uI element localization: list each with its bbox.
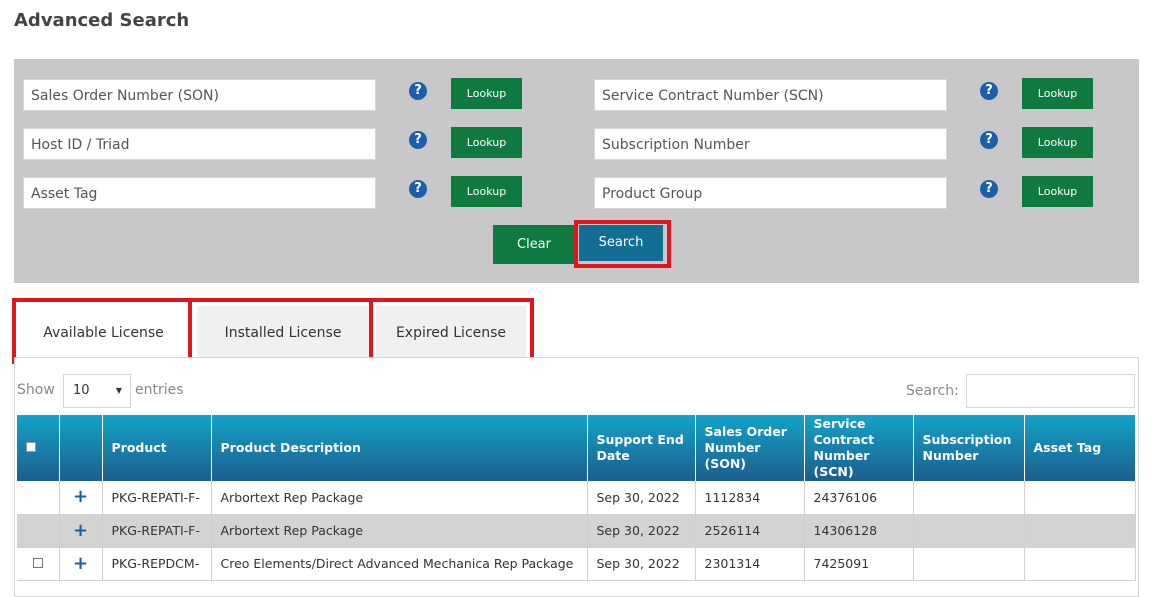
select-all-checkbox[interactable] bbox=[26, 442, 36, 452]
son-cell: 2526114 bbox=[695, 514, 805, 548]
product-group-input[interactable]: Product Group bbox=[594, 177, 947, 209]
tabs-highlight bbox=[12, 298, 534, 364]
column-header-asset-tag[interactable]: Asset Tag bbox=[1024, 415, 1136, 481]
description-cell: Arbortext Rep Package bbox=[211, 481, 588, 515]
table-search-label: Search: bbox=[906, 383, 959, 399]
column-header-product-description[interactable]: Product Description bbox=[211, 415, 588, 481]
page-size-select[interactable]: 10 ▼ bbox=[63, 374, 131, 408]
row-select-cell bbox=[17, 481, 60, 515]
table-row[interactable]: + PKG-REPATI-F- Arbortext Rep Package Se… bbox=[17, 481, 1136, 515]
description-cell: Arbortext Rep Package bbox=[211, 514, 588, 548]
scn-input[interactable]: Service Contract Number (SCN) bbox=[594, 79, 947, 111]
support-end-cell: Sep 30, 2022 bbox=[587, 547, 696, 581]
tab-highlight-divider bbox=[369, 302, 373, 360]
asset-tag-cell bbox=[1024, 481, 1136, 515]
scn-help-icon[interactable]: ? bbox=[980, 82, 998, 100]
scn-cell: 24376106 bbox=[804, 481, 914, 515]
table-search-input[interactable] bbox=[966, 374, 1135, 408]
page-size-value: 10 bbox=[73, 383, 90, 398]
row-select-cell bbox=[17, 514, 60, 548]
column-header-product[interactable]: Product bbox=[102, 415, 212, 481]
subscription-number-input[interactable]: Subscription Number bbox=[594, 128, 947, 160]
select-all-cell[interactable] bbox=[17, 415, 60, 481]
expand-cell[interactable]: + bbox=[59, 547, 103, 581]
plus-icon[interactable]: + bbox=[73, 553, 88, 574]
clear-button[interactable]: Clear bbox=[493, 225, 575, 264]
subscription-help-icon[interactable]: ? bbox=[980, 131, 998, 149]
son-lookup-button[interactable]: Lookup bbox=[451, 78, 522, 109]
table-row[interactable]: + PKG-REPATI-F- Arbortext Rep Package Se… bbox=[17, 514, 1136, 548]
show-label: Show bbox=[17, 382, 55, 398]
scn-lookup-button[interactable]: Lookup bbox=[1022, 78, 1093, 109]
row-select-cell[interactable] bbox=[17, 547, 60, 581]
expand-header-cell bbox=[59, 415, 103, 481]
caret-down-icon: ▼ bbox=[115, 386, 122, 395]
scn-cell: 7425091 bbox=[804, 547, 914, 581]
asset-tag-cell bbox=[1024, 514, 1136, 548]
row-checkbox[interactable] bbox=[32, 558, 43, 568]
page-title: Advanced Search bbox=[14, 10, 190, 31]
subscription-cell bbox=[913, 514, 1025, 548]
entries-label: entries bbox=[135, 382, 184, 398]
license-table: Product Product Description Support End … bbox=[17, 415, 1136, 581]
table-header-row: Product Product Description Support End … bbox=[17, 415, 1136, 481]
table-row[interactable]: + PKG-REPDCM- Creo Elements/Direct Advan… bbox=[17, 547, 1136, 581]
description-cell: Creo Elements/Direct Advanced Mechanica … bbox=[211, 547, 588, 581]
product-cell: PKG-REPATI-F- bbox=[102, 481, 212, 515]
son-cell: 2301314 bbox=[695, 547, 805, 581]
son-input[interactable]: Sales Order Number (SON) bbox=[23, 79, 376, 111]
asset-tag-lookup-button[interactable]: Lookup bbox=[451, 176, 522, 207]
search-panel: Sales Order Number (SON) ? Lookup Host I… bbox=[14, 59, 1139, 283]
host-id-input[interactable]: Host ID / Triad bbox=[23, 128, 376, 160]
host-id-help-icon[interactable]: ? bbox=[409, 131, 427, 149]
tab-highlight-divider bbox=[188, 302, 192, 360]
product-group-help-icon[interactable]: ? bbox=[980, 180, 998, 198]
son-cell: 1112834 bbox=[695, 481, 805, 515]
search-button[interactable]: Search bbox=[579, 225, 663, 261]
product-cell: PKG-REPDCM- bbox=[102, 547, 212, 581]
support-end-cell: Sep 30, 2022 bbox=[587, 514, 696, 548]
column-header-scn[interactable]: Service Contract Number (SCN) bbox=[804, 415, 914, 481]
column-header-support-end-date[interactable]: Support End Date bbox=[587, 415, 696, 481]
plus-icon[interactable]: + bbox=[73, 520, 88, 541]
product-cell: PKG-REPATI-F- bbox=[102, 514, 212, 548]
column-header-son[interactable]: Sales Order Number (SON) bbox=[695, 415, 805, 481]
asset-tag-cell bbox=[1024, 547, 1136, 581]
scn-cell: 14306128 bbox=[804, 514, 914, 548]
expand-cell[interactable]: + bbox=[59, 514, 103, 548]
product-group-lookup-button[interactable]: Lookup bbox=[1022, 176, 1093, 207]
subscription-lookup-button[interactable]: Lookup bbox=[1022, 127, 1093, 158]
subscription-cell bbox=[913, 547, 1025, 581]
support-end-cell: Sep 30, 2022 bbox=[587, 481, 696, 515]
plus-icon[interactable]: + bbox=[73, 486, 88, 507]
asset-tag-help-icon[interactable]: ? bbox=[409, 180, 427, 198]
column-header-subscription-number[interactable]: Subscription Number bbox=[913, 415, 1025, 481]
expand-cell[interactable]: + bbox=[59, 481, 103, 515]
subscription-cell bbox=[913, 481, 1025, 515]
son-help-icon[interactable]: ? bbox=[409, 82, 427, 100]
host-id-lookup-button[interactable]: Lookup bbox=[451, 127, 522, 158]
asset-tag-input[interactable]: Asset Tag bbox=[23, 177, 376, 209]
